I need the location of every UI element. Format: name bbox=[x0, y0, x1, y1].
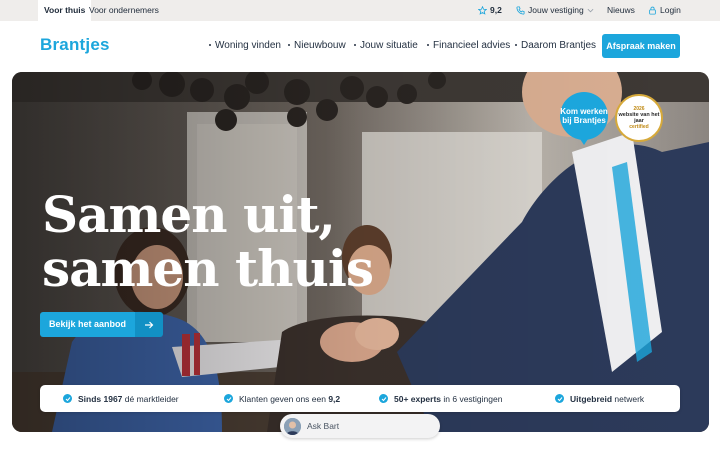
hero-headline-line2: samen thuis bbox=[42, 239, 374, 298]
nav-woning-vinden[interactable]: Woning vinden bbox=[209, 40, 281, 51]
usp-item: 50+ experts in 6 vestigingen bbox=[379, 385, 502, 412]
nav-bullet-icon bbox=[209, 44, 211, 47]
nav-jouw-situatie[interactable]: Jouw situatie bbox=[354, 40, 418, 51]
news-link[interactable]: Nieuws bbox=[607, 0, 635, 21]
segment-voor-thuis[interactable]: Voor thuis bbox=[38, 0, 92, 21]
usp-item: Sinds 1967 dé marktleider bbox=[63, 385, 179, 412]
phone-icon bbox=[516, 6, 525, 15]
usp-text: 50+ experts in 6 vestigingen bbox=[394, 393, 503, 404]
hero-headline: Samen uit, samen thuis bbox=[42, 185, 374, 298]
chevron-down-icon bbox=[587, 8, 594, 13]
hero-section: Samen uit, samen thuis Bekijk het aanbod… bbox=[12, 72, 709, 432]
star-icon bbox=[478, 6, 487, 15]
nav-bullet-icon bbox=[288, 44, 290, 47]
usp-text: Uitgebreid netwerk bbox=[570, 393, 645, 404]
login-label: Login bbox=[660, 5, 681, 15]
check-icon bbox=[63, 394, 72, 403]
afspraak-maken-button[interactable]: Afspraak maken bbox=[602, 34, 680, 58]
nav-label: Nieuwbouw bbox=[294, 40, 346, 51]
hero-headline-line1: Samen uit, bbox=[42, 185, 336, 244]
award-sub: certified bbox=[629, 124, 649, 130]
nav-bullet-icon bbox=[515, 44, 517, 47]
ask-bart-chat[interactable]: Ask Bart bbox=[280, 414, 440, 438]
check-icon bbox=[555, 394, 564, 403]
nav-label: Daarom Brantjes bbox=[521, 40, 597, 51]
careers-badge[interactable]: Kom werken bij Brantjes bbox=[560, 92, 608, 145]
award-badge: 2026 website van het jaar certified bbox=[615, 94, 663, 142]
bekijk-aanbod-label: Bekijk het aanbod bbox=[40, 312, 136, 337]
rating-link[interactable]: 9,2 bbox=[478, 0, 502, 21]
usp-item: Klanten geven ons een 9,2 bbox=[224, 385, 340, 412]
location-label: Jouw vestiging bbox=[528, 5, 584, 15]
usp-bar: Sinds 1967 dé marktleider Klanten geven … bbox=[40, 385, 680, 412]
nav-bullet-icon bbox=[427, 44, 429, 47]
award-text: website van het jaar bbox=[618, 112, 660, 124]
check-icon bbox=[224, 394, 233, 403]
check-icon bbox=[379, 394, 388, 403]
bart-avatar bbox=[284, 417, 301, 435]
brantjes-logo[interactable]: Brantjes bbox=[40, 35, 110, 55]
arrow-right-icon bbox=[135, 312, 164, 337]
login-link[interactable]: Login bbox=[648, 0, 681, 21]
segment-voor-ondernemers[interactable]: Voor ondernemers bbox=[89, 0, 159, 21]
bekijk-aanbod-button[interactable]: Bekijk het aanbod bbox=[40, 312, 164, 337]
nav-label: Woning vinden bbox=[215, 40, 281, 51]
nav-financieel-advies[interactable]: Financieel advies bbox=[427, 40, 510, 51]
nav-label: Jouw situatie bbox=[360, 40, 418, 51]
top-bar: Voor thuis Voor ondernemers 9,2 Jouw ves… bbox=[0, 0, 720, 21]
usp-text: Sinds 1967 dé marktleider bbox=[78, 393, 179, 404]
nav-daarom-brantjes[interactable]: Daarom Brantjes bbox=[515, 40, 596, 51]
nav-bullet-icon bbox=[354, 44, 356, 47]
main-header: Brantjes Woning vinden Nieuwbouw Jouw si… bbox=[0, 21, 720, 73]
ask-bart-placeholder: Ask Bart bbox=[307, 421, 340, 431]
nav-label: Financieel advies bbox=[433, 40, 511, 51]
lock-icon bbox=[649, 6, 656, 15]
nav-nieuwbouw[interactable]: Nieuwbouw bbox=[288, 40, 346, 51]
usp-item: Uitgebreid netwerk bbox=[555, 385, 644, 412]
usp-text: Klanten geven ons een 9,2 bbox=[239, 393, 341, 404]
location-dropdown[interactable]: Jouw vestiging bbox=[516, 0, 594, 21]
rating-value: 9,2 bbox=[490, 5, 502, 15]
